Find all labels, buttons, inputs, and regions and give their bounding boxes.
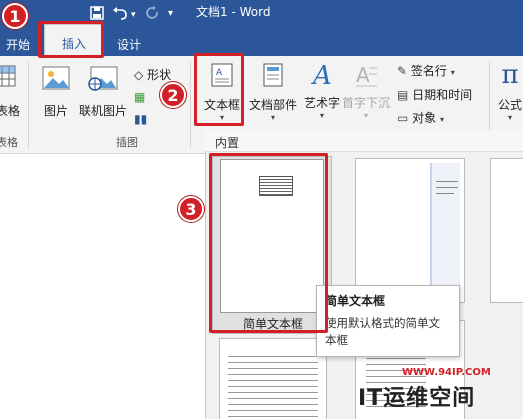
gallery-item-quote-textbox[interactable] [219, 338, 327, 419]
builtin-section-label: 内置 [215, 136, 240, 150]
callout-badge-1: 1 [2, 3, 28, 29]
picture-label: 图片 [43, 104, 68, 118]
group-divider [28, 62, 29, 148]
callout-highlight-insert-tab [38, 21, 104, 58]
document-canvas[interactable] [0, 155, 205, 419]
customize-qat-icon[interactable]: ▾ [168, 8, 173, 19]
gallery-item-partial[interactable] [490, 158, 523, 303]
gallery-item-sidebar-textbox[interactable] [355, 158, 465, 303]
object-dropdown-icon: ▾ [440, 115, 445, 124]
callout-badge-2: 2 [160, 82, 186, 108]
picture-button[interactable]: 图片 [36, 64, 76, 119]
shapes-icon: ◇ [134, 68, 144, 82]
smartart-button[interactable]: ▦ [134, 90, 145, 104]
table-icon [0, 65, 16, 87]
quote-preview [228, 351, 318, 419]
watermark-url: WWW.94IP.COM [402, 367, 491, 378]
online-picture-icon [88, 66, 118, 91]
equation-dropdown-icon: ▾ [507, 113, 512, 122]
drop-cap-icon: A [356, 63, 377, 87]
group-divider [190, 62, 191, 148]
callout-highlight-textbox [194, 53, 244, 126]
drop-cap-dropdown-icon: ▾ [363, 111, 368, 120]
chart-button[interactable]: ▮▮ [134, 112, 147, 126]
pi-icon: π [501, 60, 519, 90]
callout-badge-3: 3 [178, 196, 204, 222]
table-button[interactable] [0, 64, 18, 88]
object-button[interactable]: ▭ 对象 ▾ [397, 109, 444, 126]
shapes-label: 形状 [147, 68, 172, 82]
date-time-icon: ▤ [397, 88, 409, 102]
shapes-button[interactable]: ◇ 形状 [134, 66, 171, 83]
picture-icon [42, 66, 70, 90]
gallery-section-header: 内置 [205, 130, 523, 152]
signature-line-icon: ✎ [397, 64, 408, 78]
wordart-button[interactable]: A 艺术字 ▾ [300, 60, 344, 120]
date-time-label: 日期和时间 [412, 88, 473, 102]
drop-cap-label: 首字下沉 [341, 96, 390, 110]
quick-parts-button[interactable]: 文档部件 ▾ [248, 60, 298, 122]
table-label: 表格 [0, 104, 21, 118]
wordart-icon: A [311, 61, 332, 88]
object-label: 对象 [412, 111, 437, 125]
tab-design[interactable]: 设计 [117, 36, 141, 53]
watermark-brand: IT运维空间 [358, 386, 476, 411]
illustrations-group-label: 插图 [116, 136, 138, 149]
signature-line-dropdown-icon: ▾ [450, 68, 455, 77]
online-picture-label: 联机图片 [78, 104, 127, 118]
undo-icon[interactable] [112, 6, 128, 24]
redo-icon [146, 6, 160, 24]
wordart-dropdown-icon: ▾ [319, 111, 324, 120]
object-icon: ▭ [397, 111, 409, 125]
signature-line-label: 签名行 [410, 64, 447, 78]
quick-parts-icon [263, 63, 283, 87]
sidebar-preview [430, 163, 460, 295]
wordart-label: 艺术字 [303, 96, 340, 110]
undo-dropdown-icon[interactable]: ▾ [131, 10, 136, 20]
document-title: 文档1 - Word [196, 5, 271, 19]
quick-parts-dropdown-icon: ▾ [270, 113, 275, 122]
quick-parts-label: 文档部件 [248, 98, 297, 112]
gallery-tooltip: 简单文本框 使用默认格式的简单文本框 [316, 285, 460, 357]
equation-label: 公式 [497, 98, 522, 112]
online-picture-button[interactable]: 联机图片 [76, 64, 130, 119]
date-time-button[interactable]: ▤ 日期和时间 [397, 86, 472, 103]
tooltip-description: 使用默认格式的简单文本框 [325, 316, 440, 347]
signature-line-button[interactable]: ✎ 签名行 ▾ [397, 62, 455, 79]
callout-highlight-simple-textbox [209, 153, 328, 333]
svg-text:A: A [311, 61, 332, 88]
drop-cap-button: A 首字下沉 ▾ [340, 60, 392, 120]
chart-icon: ▮▮ [134, 112, 148, 126]
equation-button[interactable]: π 公式 ▾ [495, 60, 523, 122]
tooltip-title: 简单文本框 [325, 294, 386, 308]
tab-home[interactable]: 开始 [6, 36, 30, 53]
svg-text:A: A [356, 63, 370, 87]
smartart-icon: ▦ [134, 90, 146, 104]
tables-group-label: 表格 [0, 136, 18, 149]
